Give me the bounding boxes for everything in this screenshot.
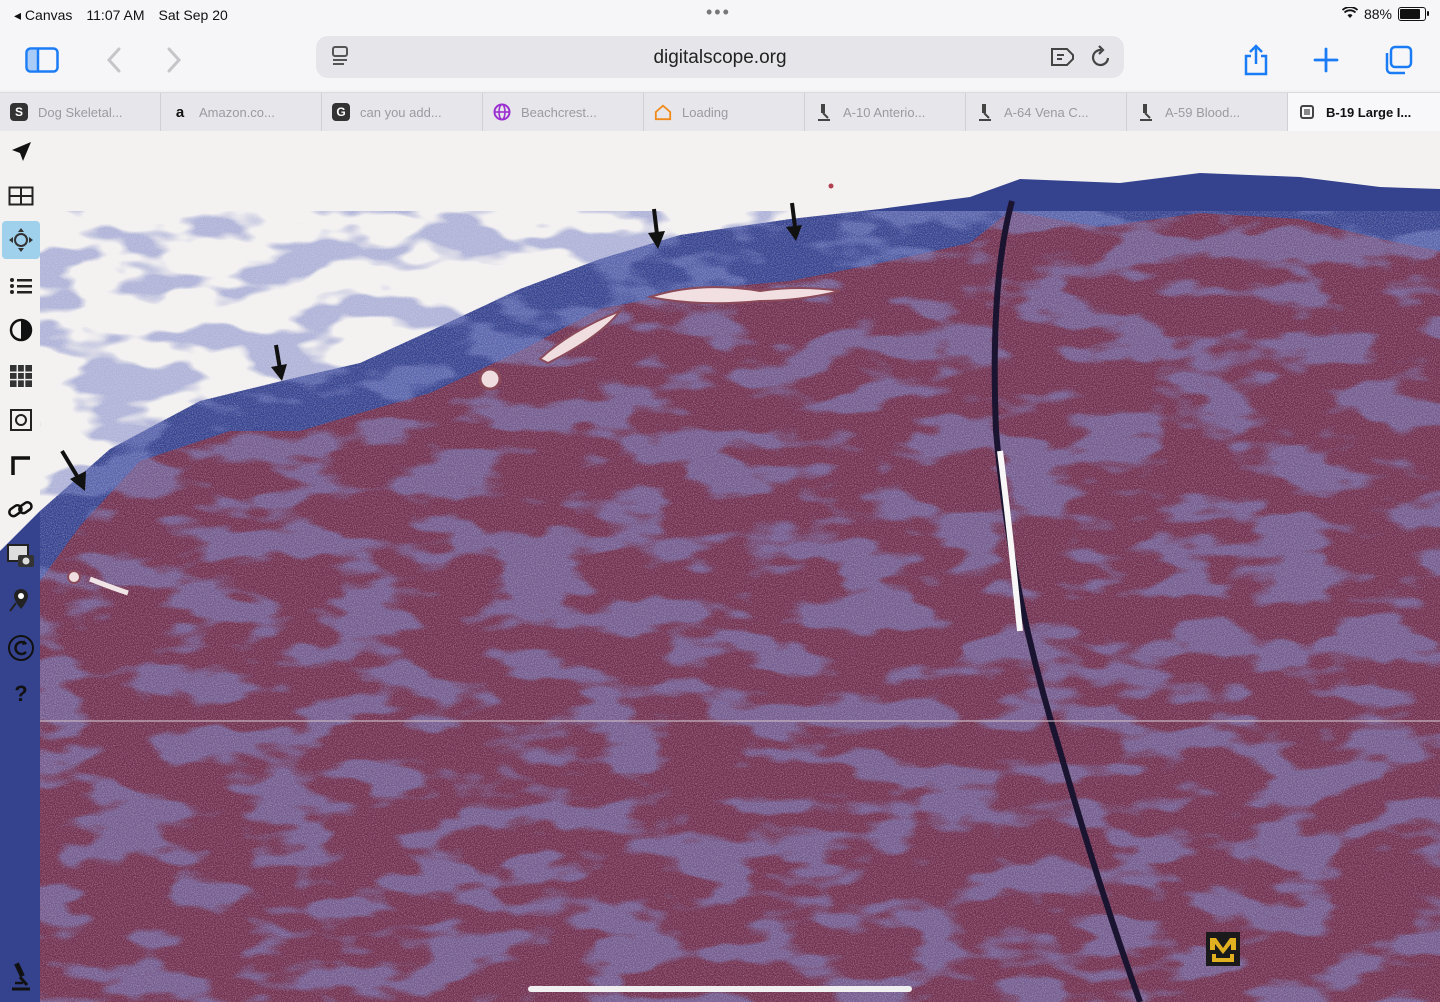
tab-dog-skeletal[interactable]: S Dog Skeletal...: [0, 93, 161, 131]
microscope-icon[interactable]: [2, 957, 40, 995]
status-bar: ◂ Canvas 11:07 AM Sat Sep 20 ••• 88%: [0, 0, 1440, 30]
slide-viewer[interactable]: [0, 131, 1440, 1002]
multitasking-dots-icon[interactable]: •••: [706, 2, 731, 23]
microscope-icon: [976, 103, 994, 121]
viewer-tool-sidebar: ?: [0, 131, 42, 1002]
house-icon: [654, 103, 672, 121]
pan-icon[interactable]: [2, 221, 40, 259]
tab-favicon-s-icon: S: [10, 103, 28, 121]
tab-can-you-add[interactable]: G can you add...: [322, 93, 483, 131]
tab-label: A-64 Vena C...: [1004, 104, 1089, 120]
tab-a59-blood[interactable]: A-59 Blood...: [1127, 93, 1288, 131]
tab-label: Amazon.co...: [199, 104, 275, 120]
new-tab-plus-icon[interactable]: [1306, 40, 1346, 80]
url-text[interactable]: digitalscope.org: [316, 47, 1124, 69]
tab-label: A-59 Blood...: [1165, 104, 1241, 120]
tab-b19-large-active[interactable]: B-19 Large I...: [1288, 93, 1440, 131]
reader-extension-icon[interactable]: [1050, 45, 1076, 74]
back-to-app-link[interactable]: ◂ Canvas: [14, 7, 72, 24]
rotate-icon[interactable]: [2, 629, 40, 667]
tab-label: Loading: [682, 104, 729, 120]
list-icon[interactable]: [2, 267, 40, 305]
microscope-icon: [1137, 103, 1155, 121]
tab-favicon-g-icon: G: [332, 103, 350, 121]
ruler-icon[interactable]: [2, 447, 40, 485]
camera-icon[interactable]: [2, 537, 40, 575]
wifi-icon: [1341, 6, 1359, 22]
globe-icon: [493, 103, 511, 121]
tab-loading[interactable]: Loading: [644, 93, 805, 131]
help-icon[interactable]: ?: [2, 675, 40, 713]
battery-percent: 88%: [1363, 6, 1392, 22]
tab-label: can you add...: [360, 104, 442, 120]
tab-a64-vena-cava[interactable]: A-64 Vena C...: [966, 93, 1127, 131]
tab-favicon-amazon-icon: a: [175, 103, 185, 121]
tab-label: A-10 Anterio...: [843, 104, 926, 120]
tab-label: Dog Skeletal...: [38, 104, 123, 120]
address-bar[interactable]: digitalscope.org: [316, 36, 1124, 78]
battery-icon: [1398, 7, 1429, 21]
share-icon[interactable]: [1236, 40, 1276, 80]
page-square-icon: [1298, 103, 1316, 121]
tab-label: Beachcrest...: [521, 104, 597, 120]
focus-icon[interactable]: [2, 401, 40, 439]
tab-beachcrest[interactable]: Beachcrest...: [483, 93, 644, 131]
microscope-icon: [815, 103, 833, 121]
navigate-arrow-icon[interactable]: [2, 133, 40, 171]
location-pin-icon[interactable]: [2, 581, 40, 619]
home-indicator[interactable]: [528, 986, 912, 992]
contrast-icon[interactable]: [2, 311, 40, 349]
tab-amazon[interactable]: a Amazon.co...: [161, 93, 322, 131]
sidebar-toggle-icon[interactable]: [22, 40, 62, 80]
histology-slide-image: [0, 131, 1440, 1002]
status-date: Sat Sep 20: [158, 7, 228, 23]
forward-chevron-icon[interactable]: [154, 40, 194, 80]
reload-icon[interactable]: [1090, 45, 1112, 74]
back-chevron-icon[interactable]: [94, 40, 134, 80]
status-time: 11:07 AM: [86, 7, 145, 23]
tab-label: B-19 Large I...: [1326, 104, 1412, 120]
browser-toolbar: digitalscope.org: [0, 30, 1440, 90]
layout-icon[interactable]: [2, 177, 40, 215]
university-logo-icon: [1206, 932, 1240, 966]
link-icon[interactable]: [2, 491, 40, 529]
tab-overview-icon[interactable]: [1378, 40, 1418, 80]
tab-bar: S Dog Skeletal... a Amazon.co... G can y…: [0, 92, 1440, 132]
grid-icon[interactable]: [2, 357, 40, 395]
tab-a10-anterior[interactable]: A-10 Anterio...: [805, 93, 966, 131]
